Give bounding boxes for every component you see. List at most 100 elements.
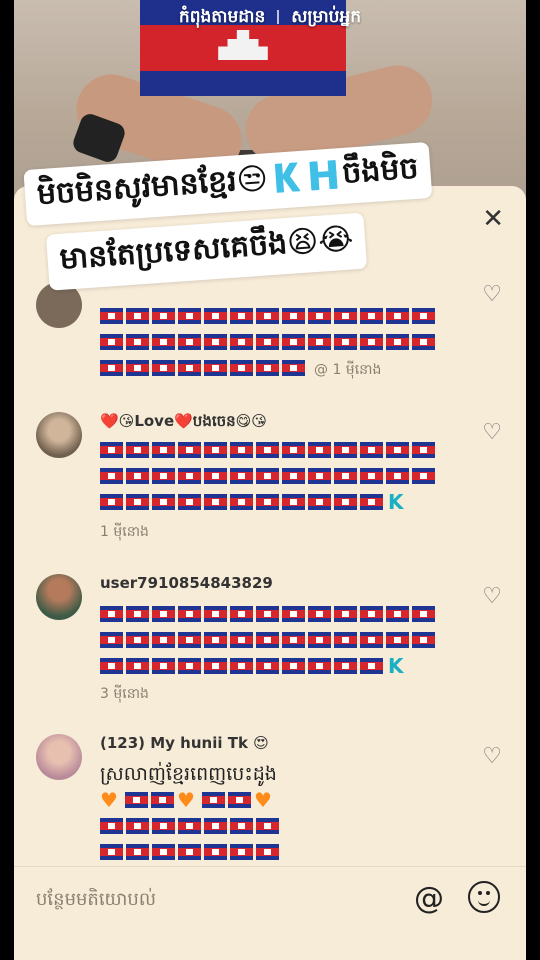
tab-for-you[interactable]: សម្រាប់អ្នក	[291, 6, 361, 31]
cambodia-flag-emoji	[308, 632, 331, 648]
k-letter: K	[388, 654, 404, 678]
cambodia-flag-emoji	[412, 468, 435, 484]
cambodia-flag-emoji	[204, 632, 227, 648]
heart-icon[interactable]: ♡	[482, 420, 502, 445]
cambodia-flag-emoji	[204, 468, 227, 484]
avatar[interactable]	[36, 574, 82, 620]
flag-row	[100, 466, 435, 486]
cambodia-flag-emoji	[126, 360, 149, 376]
emoji-row: ♥ ♥ ♥	[100, 788, 272, 812]
cambodia-flag-emoji	[204, 658, 227, 674]
cambodia-flag-emoji	[204, 494, 227, 510]
cambodia-flag-emoji	[126, 658, 149, 674]
cambodia-flag-emoji	[230, 606, 253, 622]
cambodia-flag-emoji	[230, 334, 253, 350]
cambodia-flag-emoji	[334, 658, 357, 674]
cambodia-flag-emoji	[230, 632, 253, 648]
cambodia-flag-emoji	[100, 360, 123, 376]
avatar[interactable]	[36, 734, 82, 780]
flag-row	[100, 816, 279, 836]
cambodia-flag-emoji	[334, 442, 357, 458]
cambodia-flag-emoji	[360, 632, 383, 648]
heart-icon[interactable]: ♡	[482, 584, 502, 609]
cambodia-flag-emoji	[386, 632, 409, 648]
cambodia-flag-emoji	[152, 606, 175, 622]
comment-input-bar: បន្ថែមមតិយោបល់ @	[14, 866, 526, 960]
cambodia-flag-emoji	[152, 468, 175, 484]
tab-following[interactable]: កំពុងតាមដាន	[179, 6, 265, 31]
cambodia-flag-emoji	[178, 606, 201, 622]
cambodia-flag-emoji	[256, 494, 279, 510]
cambodia-flag-emoji	[308, 658, 331, 674]
cambodia-flag-emoji	[152, 632, 175, 648]
cambodia-flag-emoji	[412, 442, 435, 458]
cambodia-flag-emoji	[256, 468, 279, 484]
cambodia-flag-emoji	[178, 658, 201, 674]
cambodia-flag-emoji	[100, 468, 123, 484]
cambodia-flag-emoji	[178, 494, 201, 510]
cambodia-flag-emoji	[360, 606, 383, 622]
avatar[interactable]	[36, 412, 82, 458]
cambodia-flag-emoji	[282, 606, 305, 622]
cambodia-flag-emoji	[386, 606, 409, 622]
cambodia-flag-emoji	[152, 442, 175, 458]
mention-icon[interactable]: @	[414, 881, 444, 916]
emoji-icon[interactable]	[468, 881, 500, 913]
cambodia-flag-emoji	[334, 468, 357, 484]
cambodia-flag-emoji	[360, 442, 383, 458]
flag-row	[100, 842, 279, 862]
screen: កំពុងតាមដាន សម្រាប់អ្នក ✕ ♡ @ 1 មុីនោង ❤️…	[14, 0, 526, 960]
cambodia-flag-emoji	[256, 658, 279, 674]
cambodia-flag-emoji	[100, 442, 123, 458]
cambodia-flag-emoji	[100, 494, 123, 510]
top-tabs: កំពុងតាមដាន សម្រាប់អ្នក	[14, 6, 526, 31]
cambodia-flag-emoji	[152, 334, 175, 350]
cambodia-flag-emoji	[178, 442, 201, 458]
cambodia-flag-emoji	[126, 632, 149, 648]
cambodia-flag-emoji	[256, 606, 279, 622]
cambodia-flag-emoji	[282, 658, 305, 674]
cambodia-flag-emoji	[152, 658, 175, 674]
cambodia-flag-emoji	[178, 468, 201, 484]
sticker-line-1: មិចមិនសូវមានខ្មែរ😒🇰🇭ចឹងមិច	[23, 141, 433, 227]
cambodia-flag-emoji	[360, 658, 383, 674]
cambodia-flag-emoji	[360, 468, 383, 484]
cambodia-flag-emoji	[282, 334, 305, 350]
cambodia-flag-emoji	[360, 334, 383, 350]
flag-row	[100, 604, 435, 624]
comment-text: ស្រលាញ់ខ្មែរពេញបេះដូង	[100, 763, 277, 785]
comment-input[interactable]: បន្ថែមមតិយោបល់	[36, 887, 156, 914]
cambodia-flag-emoji	[256, 442, 279, 458]
cambodia-flag-emoji	[100, 606, 123, 622]
cambodia-flag-emoji	[308, 606, 331, 622]
tab-separator	[277, 10, 280, 24]
cambodia-flag-emoji	[282, 468, 305, 484]
cambodia-flag-emoji	[126, 468, 149, 484]
cambodia-flag-emoji	[126, 606, 149, 622]
cambodia-flag-emoji	[230, 442, 253, 458]
cambodia-flag-emoji	[308, 468, 331, 484]
comment-time: 1 មុីនោង	[100, 524, 149, 540]
cambodia-flag-emoji	[282, 494, 305, 510]
cambodia-flag-emoji	[282, 632, 305, 648]
cambodia-flag-emoji	[282, 442, 305, 458]
k-letter: K	[388, 490, 404, 514]
cambodia-flag-emoji	[152, 360, 175, 376]
cambodia-flag-emoji	[204, 334, 227, 350]
comment-username[interactable]: ❤️😘Love❤️បងចេន😋😘	[100, 412, 267, 434]
cambodia-flag-emoji	[204, 360, 227, 376]
heart-icon[interactable]: ♡	[482, 744, 502, 769]
comment-username[interactable]: user7910854843829	[100, 574, 273, 592]
cambodia-flag-emoji	[308, 334, 331, 350]
cambodia-flag-emoji	[152, 494, 175, 510]
cambodia-flag-emoji	[256, 334, 279, 350]
comment-time: 3 មុីនោង	[100, 686, 149, 702]
cambodia-flag-emoji	[412, 334, 435, 350]
comment-username[interactable]: (123) My hunii Tk 😍	[100, 734, 269, 752]
text-sticker-overlay: មិចមិនសូវមានខ្មែរ😒🇰🇭ចឹងមិច មានតែប្រទេសគេ…	[14, 112, 504, 345]
cambodia-flag-emoji	[334, 334, 357, 350]
cambodia-flag-emoji	[334, 632, 357, 648]
cambodia-flag-emoji	[412, 606, 435, 622]
cambodia-flag-emoji	[126, 442, 149, 458]
cambodia-flag-emoji	[386, 468, 409, 484]
